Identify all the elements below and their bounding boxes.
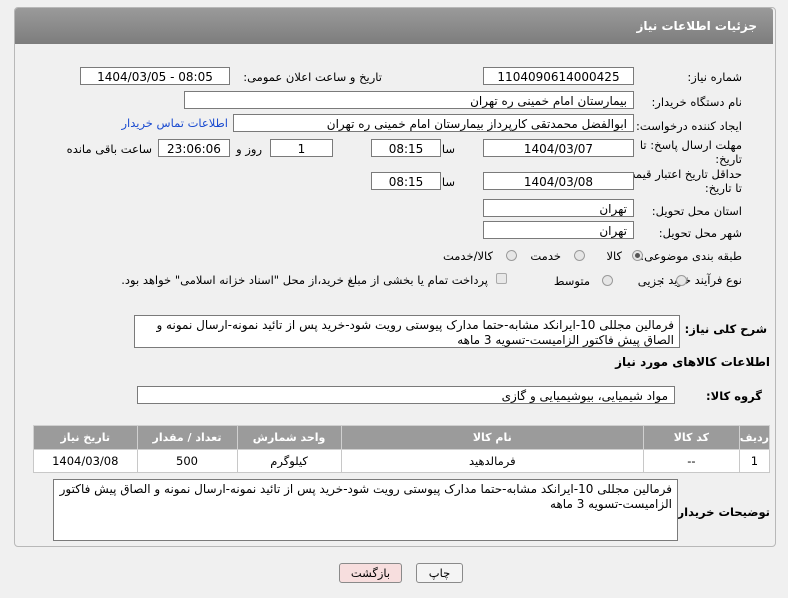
city-field: تهران [483, 221, 634, 239]
need-number-field: 1104090614000425 [483, 67, 634, 85]
validity-label: حداقل تاریخ اعتبار قیمت: تا تاریخ: [620, 167, 742, 195]
validity-time-field: 08:15 [371, 172, 441, 190]
process-minor-label: جزیی [637, 274, 664, 288]
goods-section-title: اطلاعات کالاهای مورد نیاز [615, 355, 770, 369]
cell-qty: 500 [136, 449, 238, 473]
buyer-org-field: بیمارستان امام خمینی ره تهران [184, 91, 634, 109]
col-row: ردیف [738, 425, 771, 450]
process-minor-radio[interactable] [676, 275, 687, 286]
cell-row: 1 [738, 449, 771, 473]
announce-label: تاریخ و ساعت اعلان عمومی: [243, 70, 382, 84]
treasury-payment-note: پرداخت تمام یا بخشی از مبلغ خرید،از محل … [121, 273, 488, 287]
col-code: کد کالا [642, 425, 740, 450]
cell-unit: کیلوگرم [236, 449, 342, 473]
cell-name: فرمالدهید [340, 449, 644, 473]
creator-field: ابوالفضل محمدتقی کارپرداز بیمارستان امام… [233, 114, 634, 132]
category-goods-service-radio[interactable] [506, 250, 517, 261]
buyer-notes-field: فرمالین مجللی 10-ایرانکد مشابه-حتما مدار… [53, 479, 678, 541]
cell-date: 1404/03/08 [33, 449, 138, 473]
goods-table: ردیف کد کالا نام کالا واحد شمارش تعداد /… [33, 425, 771, 473]
category-service-radio[interactable] [574, 250, 585, 261]
announce-field: 1404/03/05 - 08:05 [80, 67, 230, 85]
category-goods-service-label: کالا/خدمت [442, 249, 493, 263]
creator-label: ایجاد کننده درخواست: [636, 119, 742, 133]
buyer-org-label: نام دستگاه خریدار: [651, 95, 742, 109]
col-date: تاریخ نیاز [33, 425, 138, 450]
summary-label: شرح کلی نیاز: [684, 322, 767, 336]
category-goods-label: کالا [606, 249, 622, 263]
days-field: 1 [270, 139, 333, 157]
days-label: روز و [236, 142, 262, 156]
process-medium-label: متوسط [553, 274, 590, 288]
category-goods-radio[interactable] [632, 250, 643, 261]
category-service-label: خدمت [530, 249, 561, 263]
summary-field: فرمالین مجللی 10-ایرانکد مشابه-حتما مدار… [134, 315, 680, 348]
remaining-time-field: 23:06:06 [158, 139, 230, 157]
cell-code: -- [642, 449, 740, 473]
col-unit: واحد شمارش [236, 425, 342, 450]
process-medium-radio[interactable] [602, 275, 613, 286]
panel-title: جزئیات اطلاعات نیاز [636, 19, 757, 33]
remaining-label: ساعت باقی مانده [66, 142, 152, 156]
need-number-label: شماره نیاز: [687, 70, 742, 84]
goods-table-header: ردیف کد کالا نام کالا واحد شمارش تعداد /… [33, 425, 771, 450]
province-label: استان محل تحویل: [651, 204, 742, 218]
contact-info-link[interactable]: اطلاعات تماس خریدار [121, 116, 228, 130]
deadline-date-field: 1404/03/07 [483, 139, 634, 157]
col-name: نام کالا [340, 425, 644, 450]
validity-date-field: 1404/03/08 [483, 172, 634, 190]
city-label: شهر محل تحویل: [658, 226, 742, 240]
panel-header: جزئیات اطلاعات نیاز [15, 8, 773, 44]
deadline-label: مهلت ارسال پاسخ: تا تاریخ: [639, 138, 742, 166]
treasury-payment-checkbox[interactable] [496, 273, 507, 284]
back-button[interactable]: بازگشت [339, 563, 402, 583]
goods-group-label: گروه کالا: [706, 389, 762, 403]
category-label: طبقه بندی موضوعی: [640, 249, 742, 263]
province-field: تهران [483, 199, 634, 217]
col-qty: تعداد / مقدار [136, 425, 238, 450]
goods-group-field: مواد شیمیایی، بیوشیمیایی و گازی [137, 386, 675, 404]
print-button[interactable]: چاپ [416, 563, 463, 583]
process-label: نوع فرآیند خرید : [660, 273, 742, 287]
buyer-notes-label: توضیحات خریدار: [672, 505, 770, 519]
deadline-time-field: 08:15 [371, 139, 441, 157]
table-row: 1 -- فرمالدهید کیلوگرم 500 1404/03/08 [33, 449, 771, 473]
